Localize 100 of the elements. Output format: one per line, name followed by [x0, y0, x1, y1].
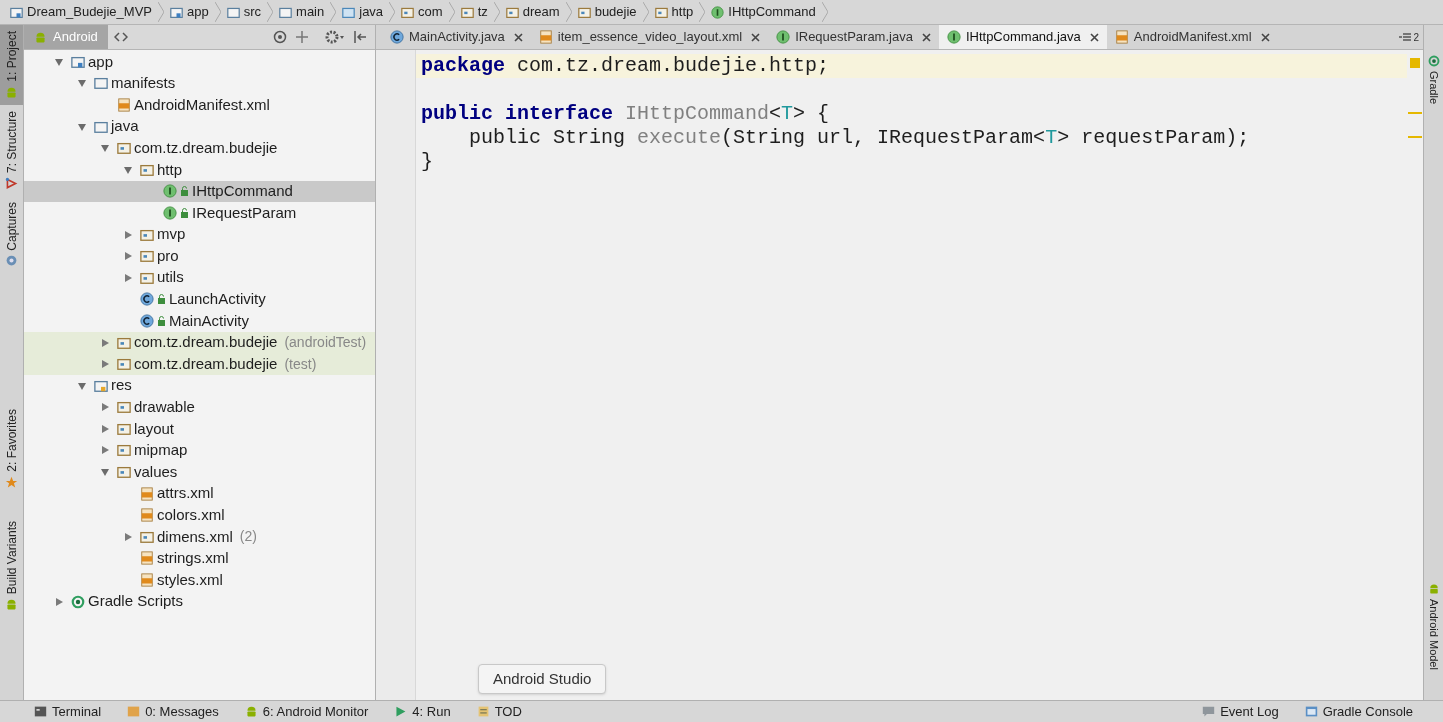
- expand-arrow-icon[interactable]: [100, 402, 110, 413]
- tree-item[interactable]: pro: [24, 245, 375, 267]
- package-folder-icon: [505, 5, 519, 19]
- tree-item[interactable]: java: [24, 115, 375, 138]
- breadcrumb[interactable]: main: [279, 2, 325, 22]
- tree-item[interactable]: dimens.xml (2): [24, 526, 375, 548]
- tab-overflow-button[interactable]: 2: [1395, 25, 1423, 49]
- breadcrumb[interactable]: tz: [460, 2, 488, 22]
- tree-item[interactable]: IHttpCommand: [24, 180, 375, 203]
- expand-arrow-icon[interactable]: [100, 445, 110, 456]
- tree-item[interactable]: styles.xml: [24, 569, 375, 591]
- settings-icon[interactable]: [325, 30, 345, 44]
- tree-item[interactable]: utils: [24, 266, 375, 289]
- expand-arrow-icon[interactable]: [100, 359, 110, 370]
- android-icon: [5, 85, 18, 99]
- tree-item[interactable]: drawable: [24, 396, 375, 419]
- tree-item[interactable]: LaunchActivity: [24, 288, 375, 311]
- code-line: }: [420, 150, 434, 174]
- tree-item[interactable]: IRequestParam: [24, 202, 375, 224]
- class-icon: [140, 313, 154, 328]
- breadcrumb[interactable]: Dream_Budejie_MVP: [10, 2, 152, 22]
- tool-window-button[interactable]: 6: Android Monitor: [244, 701, 369, 722]
- tree-item[interactable]: layout: [24, 418, 375, 440]
- breadcrumb[interactable]: com: [401, 2, 443, 22]
- tree-item-label: http: [157, 159, 183, 180]
- collapse-arrow-icon[interactable]: [100, 143, 110, 154]
- tree-item-note: (2): [239, 527, 257, 547]
- close-icon[interactable]: [1260, 32, 1270, 42]
- close-icon[interactable]: [751, 32, 761, 42]
- breadcrumb[interactable]: app: [170, 2, 209, 22]
- camera-icon: [5, 254, 18, 268]
- tree-item[interactable]: app: [24, 51, 375, 73]
- breadcrumb[interactable]: http: [654, 2, 694, 22]
- xml-file-icon: [117, 98, 131, 112]
- expand-arrow-icon[interactable]: [123, 229, 133, 240]
- editor-tab[interactable]: AndroidManifest.xml: [1106, 25, 1278, 49]
- expand-arrow-icon[interactable]: [100, 423, 110, 434]
- tree-item[interactable]: com.tz.dream.budejie (androidTest): [24, 331, 375, 354]
- tree-item-label: IRequestParam: [192, 202, 297, 223]
- editor-tab[interactable]: item_essence_video_layout.xml: [530, 25, 769, 49]
- tool-window-tab[interactable]: 7: Structure: [0, 104, 23, 196]
- tool-window-button[interactable]: TOD: [476, 701, 522, 722]
- collapse-arrow-icon[interactable]: [77, 121, 87, 132]
- tool-window-button[interactable]: 0: Messages: [127, 701, 219, 722]
- tree-item[interactable]: com.tz.dream.budejie (test): [24, 353, 375, 375]
- tree-item[interactable]: res: [24, 374, 375, 397]
- tool-window-tab[interactable]: Gradle: [1424, 55, 1443, 105]
- breadcrumb[interactable]: budejie: [577, 2, 637, 22]
- collapse-arrow-icon[interactable]: [54, 56, 64, 67]
- editor-tab[interactable]: MainActivity.java: [382, 25, 531, 49]
- tree-item-label: com.tz.dream.budejie: [134, 137, 278, 158]
- tool-window-tab[interactable]: Android Model: [1424, 583, 1443, 670]
- tool-window-tab[interactable]: 1: Project: [0, 25, 23, 105]
- tree-item[interactable]: com.tz.dream.budejie: [24, 137, 375, 159]
- package-folder-icon: [140, 249, 154, 264]
- close-icon[interactable]: [921, 32, 931, 42]
- tree-item[interactable]: colors.xml: [24, 504, 375, 527]
- expand-arrow-icon[interactable]: [54, 596, 64, 607]
- breadcrumb[interactable]: IHttpCommand: [711, 2, 816, 22]
- expand-arrow-icon[interactable]: [100, 337, 110, 348]
- expand-arrow-icon[interactable]: [123, 272, 133, 283]
- expand-arrow-icon[interactable]: [123, 531, 133, 542]
- tree-item-label: AndroidManifest.xml: [134, 94, 270, 115]
- collapse-arrow-icon[interactable]: [77, 78, 87, 89]
- breadcrumb[interactable]: java: [342, 2, 384, 22]
- tool-window-button[interactable]: 4: Run: [394, 701, 451, 722]
- collapse-arrow-icon[interactable]: [123, 164, 133, 175]
- warning-marker-icon: [1410, 58, 1420, 68]
- tool-window-tab[interactable]: 2: Favorites: [0, 403, 23, 496]
- arrows-icon[interactable]: [113, 32, 128, 42]
- tree-item[interactable]: attrs.xml: [24, 482, 375, 505]
- tool-window-tab[interactable]: Build Variants: [0, 515, 23, 618]
- tree-item[interactable]: http: [24, 158, 375, 181]
- folder-icon: [342, 5, 356, 19]
- tree-item[interactable]: AndroidManifest.xml: [24, 94, 375, 116]
- breadcrumb[interactable]: dream: [505, 2, 560, 22]
- expand-arrow-icon[interactable]: [123, 251, 133, 262]
- tree-item[interactable]: strings.xml: [24, 547, 375, 570]
- tool-window-tab[interactable]: Captures: [0, 195, 23, 274]
- close-icon[interactable]: [513, 32, 523, 42]
- folder-icon: [226, 5, 240, 19]
- collapse-arrow-icon[interactable]: [77, 380, 87, 391]
- close-icon[interactable]: [1089, 32, 1099, 42]
- breadcrumb[interactable]: src: [226, 2, 262, 22]
- target-icon[interactable]: [273, 30, 287, 44]
- tree-item[interactable]: manifests: [24, 72, 375, 95]
- tool-window-button[interactable]: Terminal: [34, 701, 102, 722]
- tree-item[interactable]: values: [24, 461, 375, 483]
- tree-item[interactable]: Gradle Scripts: [24, 590, 375, 613]
- tool-window-button[interactable]: Gradle Console: [1304, 701, 1413, 722]
- collapse-arrow-icon[interactable]: [100, 467, 110, 478]
- editor-tab[interactable]: IHttpCommand.java: [938, 25, 1107, 49]
- tool-window-button[interactable]: Event Log: [1202, 701, 1279, 722]
- tree-item[interactable]: mipmap: [24, 439, 375, 462]
- tree-item[interactable]: MainActivity: [24, 310, 375, 332]
- tree-item[interactable]: mvp: [24, 223, 375, 246]
- editor-tab[interactable]: IRequestParam.java: [768, 25, 939, 49]
- tree-item-label: values: [134, 461, 178, 482]
- hide-panel-icon[interactable]: [353, 30, 367, 44]
- gradle-icon: [1427, 55, 1440, 67]
